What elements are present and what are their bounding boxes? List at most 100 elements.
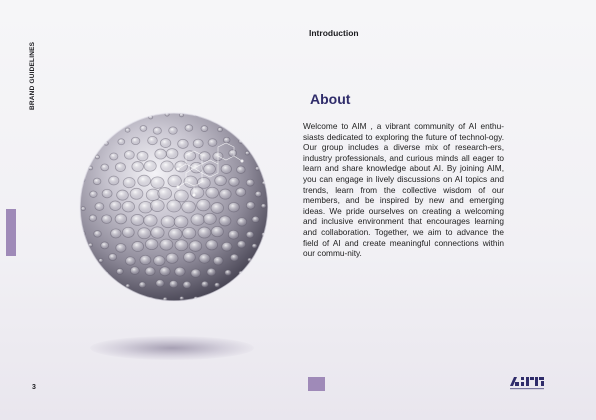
sphere-cell — [122, 177, 136, 189]
sphere-cell — [137, 227, 152, 240]
sphere-cell — [144, 266, 156, 276]
sphere-cell — [115, 243, 127, 253]
section-title: Introduction — [309, 28, 359, 38]
sphere-cell — [101, 214, 113, 224]
hero-shadow — [90, 336, 254, 360]
sphere-cell — [245, 201, 256, 210]
sphere-cell — [152, 126, 162, 135]
sphere-cell — [230, 125, 236, 131]
sphere-cell — [167, 174, 182, 188]
sphere-cell — [210, 226, 224, 238]
sphere-cell — [135, 295, 141, 300]
sphere-cell — [182, 226, 197, 240]
sphere-cell — [260, 203, 267, 209]
sphere-cell — [231, 282, 237, 288]
about-paragraph: Welcome to AIM , a vibrant community of … — [303, 121, 504, 259]
sphere-cell — [236, 165, 246, 174]
sphere-cell — [184, 124, 194, 132]
sphere-cell — [196, 176, 211, 189]
sphere-cell — [197, 226, 212, 239]
sphere-cell — [131, 241, 144, 252]
sphere-cell — [198, 151, 211, 162]
sidebar-label: BRAND GUIDELINES — [29, 41, 36, 110]
sphere-cell — [217, 127, 223, 133]
sphere-cell — [117, 138, 126, 146]
sphere-cell — [192, 138, 204, 149]
sphere-cell — [212, 256, 224, 266]
sphere-cell — [174, 160, 188, 173]
sphere-cell — [114, 162, 126, 172]
sphere-cell — [168, 126, 178, 135]
sphere-cell — [76, 219, 77, 223]
accent-bar — [6, 209, 16, 256]
sphere-cell — [174, 239, 189, 252]
sphere-cell — [220, 164, 232, 174]
sphere-cell — [109, 152, 119, 161]
sphere-cell — [108, 175, 120, 186]
sphere-cell — [124, 150, 135, 160]
sphere-cell — [154, 148, 167, 160]
sphere-cell — [165, 148, 179, 160]
sphere-cell — [100, 241, 110, 250]
sphere-cell — [143, 214, 158, 227]
sphere-cell — [139, 125, 148, 132]
sphere-cell — [223, 136, 231, 144]
sphere-cell — [188, 240, 203, 252]
sphere-cell — [245, 230, 255, 239]
sphere-cell — [236, 217, 248, 227]
sphere-cell — [177, 138, 189, 149]
sphere-cell — [168, 227, 183, 241]
sphere-cell — [159, 138, 172, 148]
sphere-cell — [166, 199, 182, 213]
sphere-cell — [121, 200, 135, 213]
sphere-cell — [205, 186, 219, 199]
sphere-cell — [269, 217, 272, 221]
sphere-cell — [173, 215, 189, 229]
sphere-cell — [98, 258, 104, 263]
sphere-cell — [218, 215, 232, 227]
sphere-cell — [219, 188, 232, 200]
sphere-cell — [190, 213, 205, 226]
sphere-cell — [174, 266, 186, 277]
sphere-cell — [183, 251, 196, 263]
sphere-cell — [200, 125, 209, 132]
sphere-cell — [165, 252, 179, 264]
sphere-cell — [111, 126, 117, 131]
sphere-cell — [254, 190, 262, 198]
sphere-cell — [122, 226, 135, 238]
sphere-cell — [251, 243, 258, 249]
sphere-cell — [138, 281, 147, 289]
sphere-cell — [150, 199, 165, 212]
sphere-cell — [130, 214, 145, 226]
sphere-cell — [100, 163, 110, 172]
sphere-cell — [150, 176, 165, 189]
cellular-sphere-image — [76, 109, 272, 305]
sphere-cell — [114, 213, 128, 225]
sphere-cell — [129, 187, 144, 200]
sphere-cell — [179, 296, 185, 301]
sphere-cell — [160, 160, 174, 173]
sphere-cell — [159, 238, 174, 251]
sphere-cell — [235, 187, 247, 197]
page-number: 3 — [32, 384, 36, 391]
sphere-cell — [101, 188, 113, 199]
sphere-cell — [190, 268, 202, 278]
sphere-cell — [153, 255, 166, 266]
sphere-cell — [198, 253, 211, 264]
sphere-cell — [228, 176, 240, 187]
sphere-cell — [134, 113, 140, 118]
sphere-cell — [93, 230, 102, 238]
sphere-cell — [159, 266, 171, 277]
sphere-cell — [125, 256, 136, 266]
sphere-cell — [244, 150, 250, 156]
sphere-cell — [138, 201, 153, 214]
sphere-cell — [89, 190, 98, 198]
sphere-cell — [139, 254, 152, 266]
sphere-cell — [202, 212, 217, 225]
sphere-cell — [147, 135, 158, 146]
accent-square — [308, 377, 325, 391]
sphere-cell — [157, 187, 173, 200]
sphere-cell — [110, 228, 122, 239]
sphere-cell — [116, 189, 129, 201]
sphere-cell — [207, 138, 218, 147]
